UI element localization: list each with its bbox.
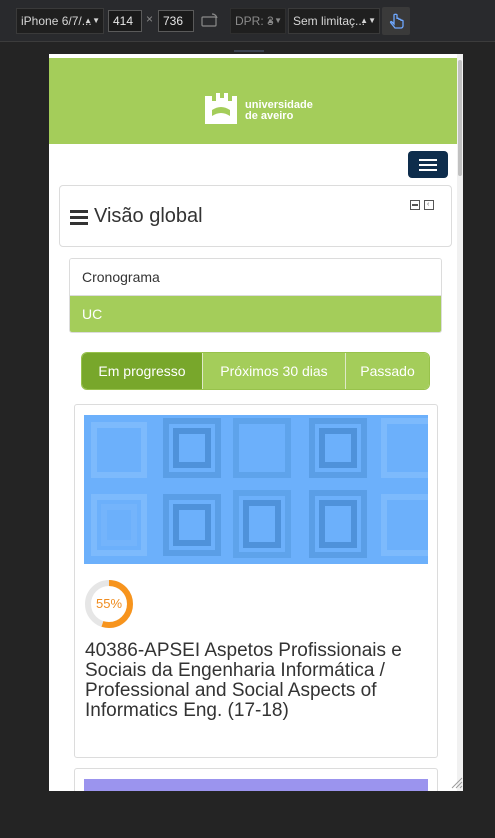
view-tabs: Cronograma UC [69, 258, 442, 333]
university-logo[interactable]: universidade de aveiro [203, 86, 313, 126]
course-title-link[interactable]: 40386-APSEI Aspetos Profissionais e Soci… [85, 641, 425, 721]
touch-toggle-button[interactable] [382, 7, 410, 35]
course-image[interactable] [84, 415, 428, 564]
dimension-separator: × [146, 12, 154, 26]
throttle-label: Sem limitaç... [293, 14, 366, 28]
overview-block: Visão global ‹ [59, 185, 452, 247]
resize-grip-icon[interactable] [449, 775, 463, 789]
castle-logo-icon [205, 93, 237, 124]
progress-circle: 55% [84, 579, 134, 629]
site-header: universidade de aveiro [49, 58, 463, 144]
collapse-icon[interactable] [410, 200, 420, 210]
menu-icon-bar [419, 169, 437, 171]
dock-icon[interactable]: ‹ [424, 200, 434, 210]
filter-in-progress-button[interactable]: Em progresso [82, 353, 203, 389]
scrollbar[interactable] [457, 54, 463, 791]
height-input[interactable]: 736 [158, 10, 194, 32]
select-arrow-icon: ▲▼ [360, 16, 376, 25]
throttle-select[interactable]: Sem limitaç... ▲▼ [288, 8, 380, 34]
logo-text: universidade de aveiro [245, 100, 313, 122]
tab-uc[interactable]: UC [70, 295, 441, 332]
filter-past-button[interactable]: Passado [346, 353, 429, 389]
filter-next-30-days-button[interactable]: Próximos 30 dias [203, 353, 346, 389]
hand-pointer-icon [389, 13, 404, 29]
course-pattern-image [84, 415, 428, 564]
menu-icon-bar [419, 164, 437, 166]
viewport-ruler [234, 50, 264, 52]
device-select[interactable]: iPhone 6/7/... ▲▼ [16, 8, 104, 34]
tab-cronograma[interactable]: Cronograma [70, 259, 441, 295]
course-card[interactable]: 55% 40386-APSEI Aspetos Profissionais e … [74, 404, 438, 758]
select-arrow-icon: ▲▼ [266, 16, 282, 25]
select-arrow-icon: ▲▼ [84, 16, 100, 25]
block-title: Visão global [94, 205, 203, 227]
devtools-toolbar: iPhone 6/7/... ▲▼ 414 × 736 DPR: 3 ▲▼ Se… [0, 0, 495, 42]
rotate-icon[interactable] [200, 12, 220, 30]
scrollbar-thumb[interactable] [458, 60, 462, 176]
dpr-select[interactable]: DPR: 3 ▲▼ [230, 8, 286, 34]
logo-line-2: de aveiro [245, 110, 294, 122]
course-card[interactable] [74, 768, 438, 791]
list-icon [70, 210, 88, 226]
progress-label: 55% [95, 596, 123, 611]
menu-icon [419, 159, 437, 161]
width-input[interactable]: 414 [108, 10, 142, 32]
course-filter-group: Em progresso Próximos 30 dias Passado [81, 352, 430, 390]
device-select-label: iPhone 6/7/... [21, 14, 92, 28]
mobile-viewport: universidade de aveiro Visão global ‹ Cr… [49, 54, 463, 791]
nav-menu-button[interactable] [408, 151, 448, 178]
course-image[interactable] [84, 779, 428, 791]
